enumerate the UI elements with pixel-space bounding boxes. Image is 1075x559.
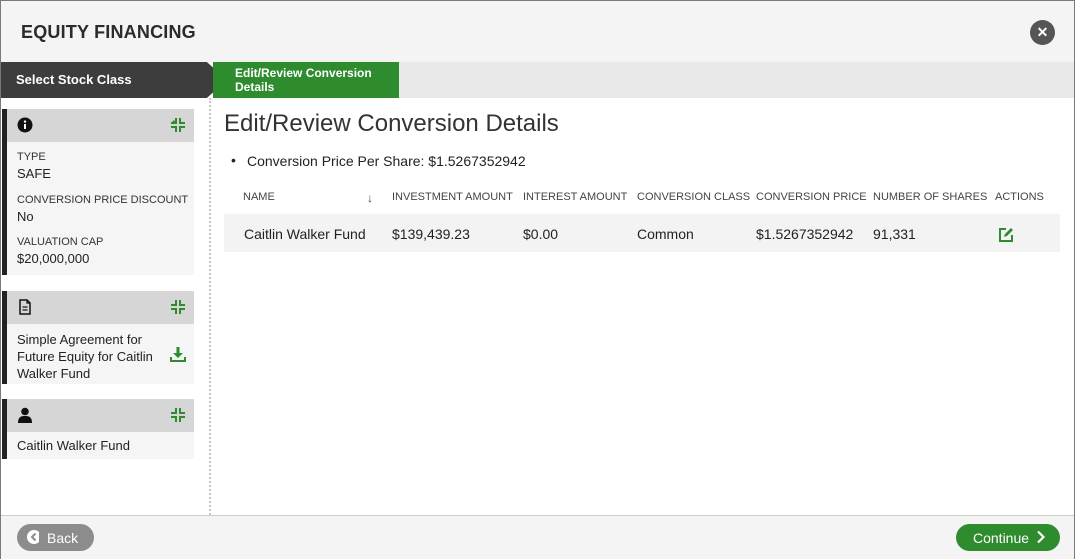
investor-name: Caitlin Walker Fund bbox=[17, 438, 130, 453]
investor-card: Caitlin Walker Fund bbox=[2, 399, 194, 459]
col-shares-header: NUMBER OF SHARES bbox=[873, 191, 988, 203]
step-select-stock-class[interactable]: Select Stock Class bbox=[1, 62, 231, 98]
chevron-left-icon bbox=[27, 530, 39, 544]
info-card: TYPE SAFE CONVERSION PRICE DISCOUNT No V… bbox=[2, 109, 194, 275]
chevron-right-icon bbox=[1037, 530, 1046, 544]
step-edit-review[interactable]: Edit/Review Conversion Details bbox=[213, 62, 399, 98]
step-label: Edit/Review Conversion Details bbox=[235, 66, 372, 94]
discount-label: CONVERSION PRICE DISCOUNT bbox=[17, 194, 189, 206]
edit-icon[interactable] bbox=[998, 227, 1014, 243]
cell-class: Common bbox=[637, 226, 694, 242]
cell-name: Caitlin Walker Fund bbox=[244, 226, 366, 242]
close-button[interactable]: ✕ bbox=[1030, 20, 1055, 45]
cell-price: $1.5267352942 bbox=[756, 226, 854, 242]
continue-label: Continue bbox=[973, 530, 1030, 546]
dialog: EQUITY FINANCING ✕ Select Stock Class Ed… bbox=[0, 0, 1075, 559]
back-label: Back bbox=[47, 530, 79, 546]
col-interest-header: INTEREST AMOUNT bbox=[523, 191, 628, 203]
table-header: NAME ↓ INVESTMENT AMOUNT INTEREST AMOUNT… bbox=[223, 191, 1061, 209]
user-icon bbox=[18, 407, 32, 423]
dialog-header: EQUITY FINANCING ✕ bbox=[1, 1, 1074, 62]
download-icon[interactable] bbox=[170, 347, 186, 362]
cell-interest: $0.00 bbox=[523, 226, 559, 242]
dialog-footer: Back Continue bbox=[1, 515, 1074, 559]
back-button[interactable]: Back bbox=[17, 524, 94, 551]
col-actions-header: ACTIONS bbox=[995, 191, 1044, 203]
conversion-price-line: Conversion Price Per Share: $1.526735294… bbox=[231, 152, 526, 169]
valuation-cap-value: $20,000,000 bbox=[17, 251, 90, 266]
card-header bbox=[7, 399, 194, 432]
document-title[interactable]: Simple Agreement for Future Equity for C… bbox=[7, 324, 157, 382]
continue-button[interactable]: Continue bbox=[956, 524, 1060, 551]
sort-desc-icon[interactable]: ↓ bbox=[367, 191, 373, 205]
valuation-cap-label: VALUATION CAP bbox=[17, 236, 104, 248]
col-class-header: CONVERSION CLASS bbox=[637, 191, 751, 203]
card-header bbox=[7, 109, 194, 142]
step-label: Select Stock Class bbox=[16, 72, 132, 87]
col-name-header[interactable]: NAME bbox=[243, 191, 275, 203]
type-label: TYPE bbox=[17, 151, 46, 163]
type-value: SAFE bbox=[17, 166, 51, 181]
card-header bbox=[7, 291, 194, 324]
col-price-header: CONVERSION PRICE bbox=[756, 191, 867, 203]
table-row: Caitlin Walker Fund $139,439.23 $0.00 Co… bbox=[224, 214, 1060, 252]
document-card: Simple Agreement for Future Equity for C… bbox=[2, 291, 194, 384]
dialog-title: EQUITY FINANCING bbox=[21, 22, 196, 42]
cell-shares: 91,331 bbox=[873, 226, 916, 242]
step-wizard: Select Stock Class Edit/Review Conversio… bbox=[1, 62, 1074, 98]
discount-value: No bbox=[17, 209, 34, 224]
panel-divider bbox=[209, 98, 211, 515]
collapse-icon[interactable] bbox=[170, 407, 186, 423]
document-icon bbox=[19, 299, 31, 315]
cell-investment: $139,439.23 bbox=[392, 226, 470, 242]
collapse-icon[interactable] bbox=[170, 299, 186, 315]
page-title: Edit/Review Conversion Details bbox=[224, 110, 559, 137]
col-investment-header: INVESTMENT AMOUNT bbox=[392, 191, 513, 203]
collapse-icon[interactable] bbox=[170, 117, 186, 133]
info-icon bbox=[17, 117, 33, 133]
